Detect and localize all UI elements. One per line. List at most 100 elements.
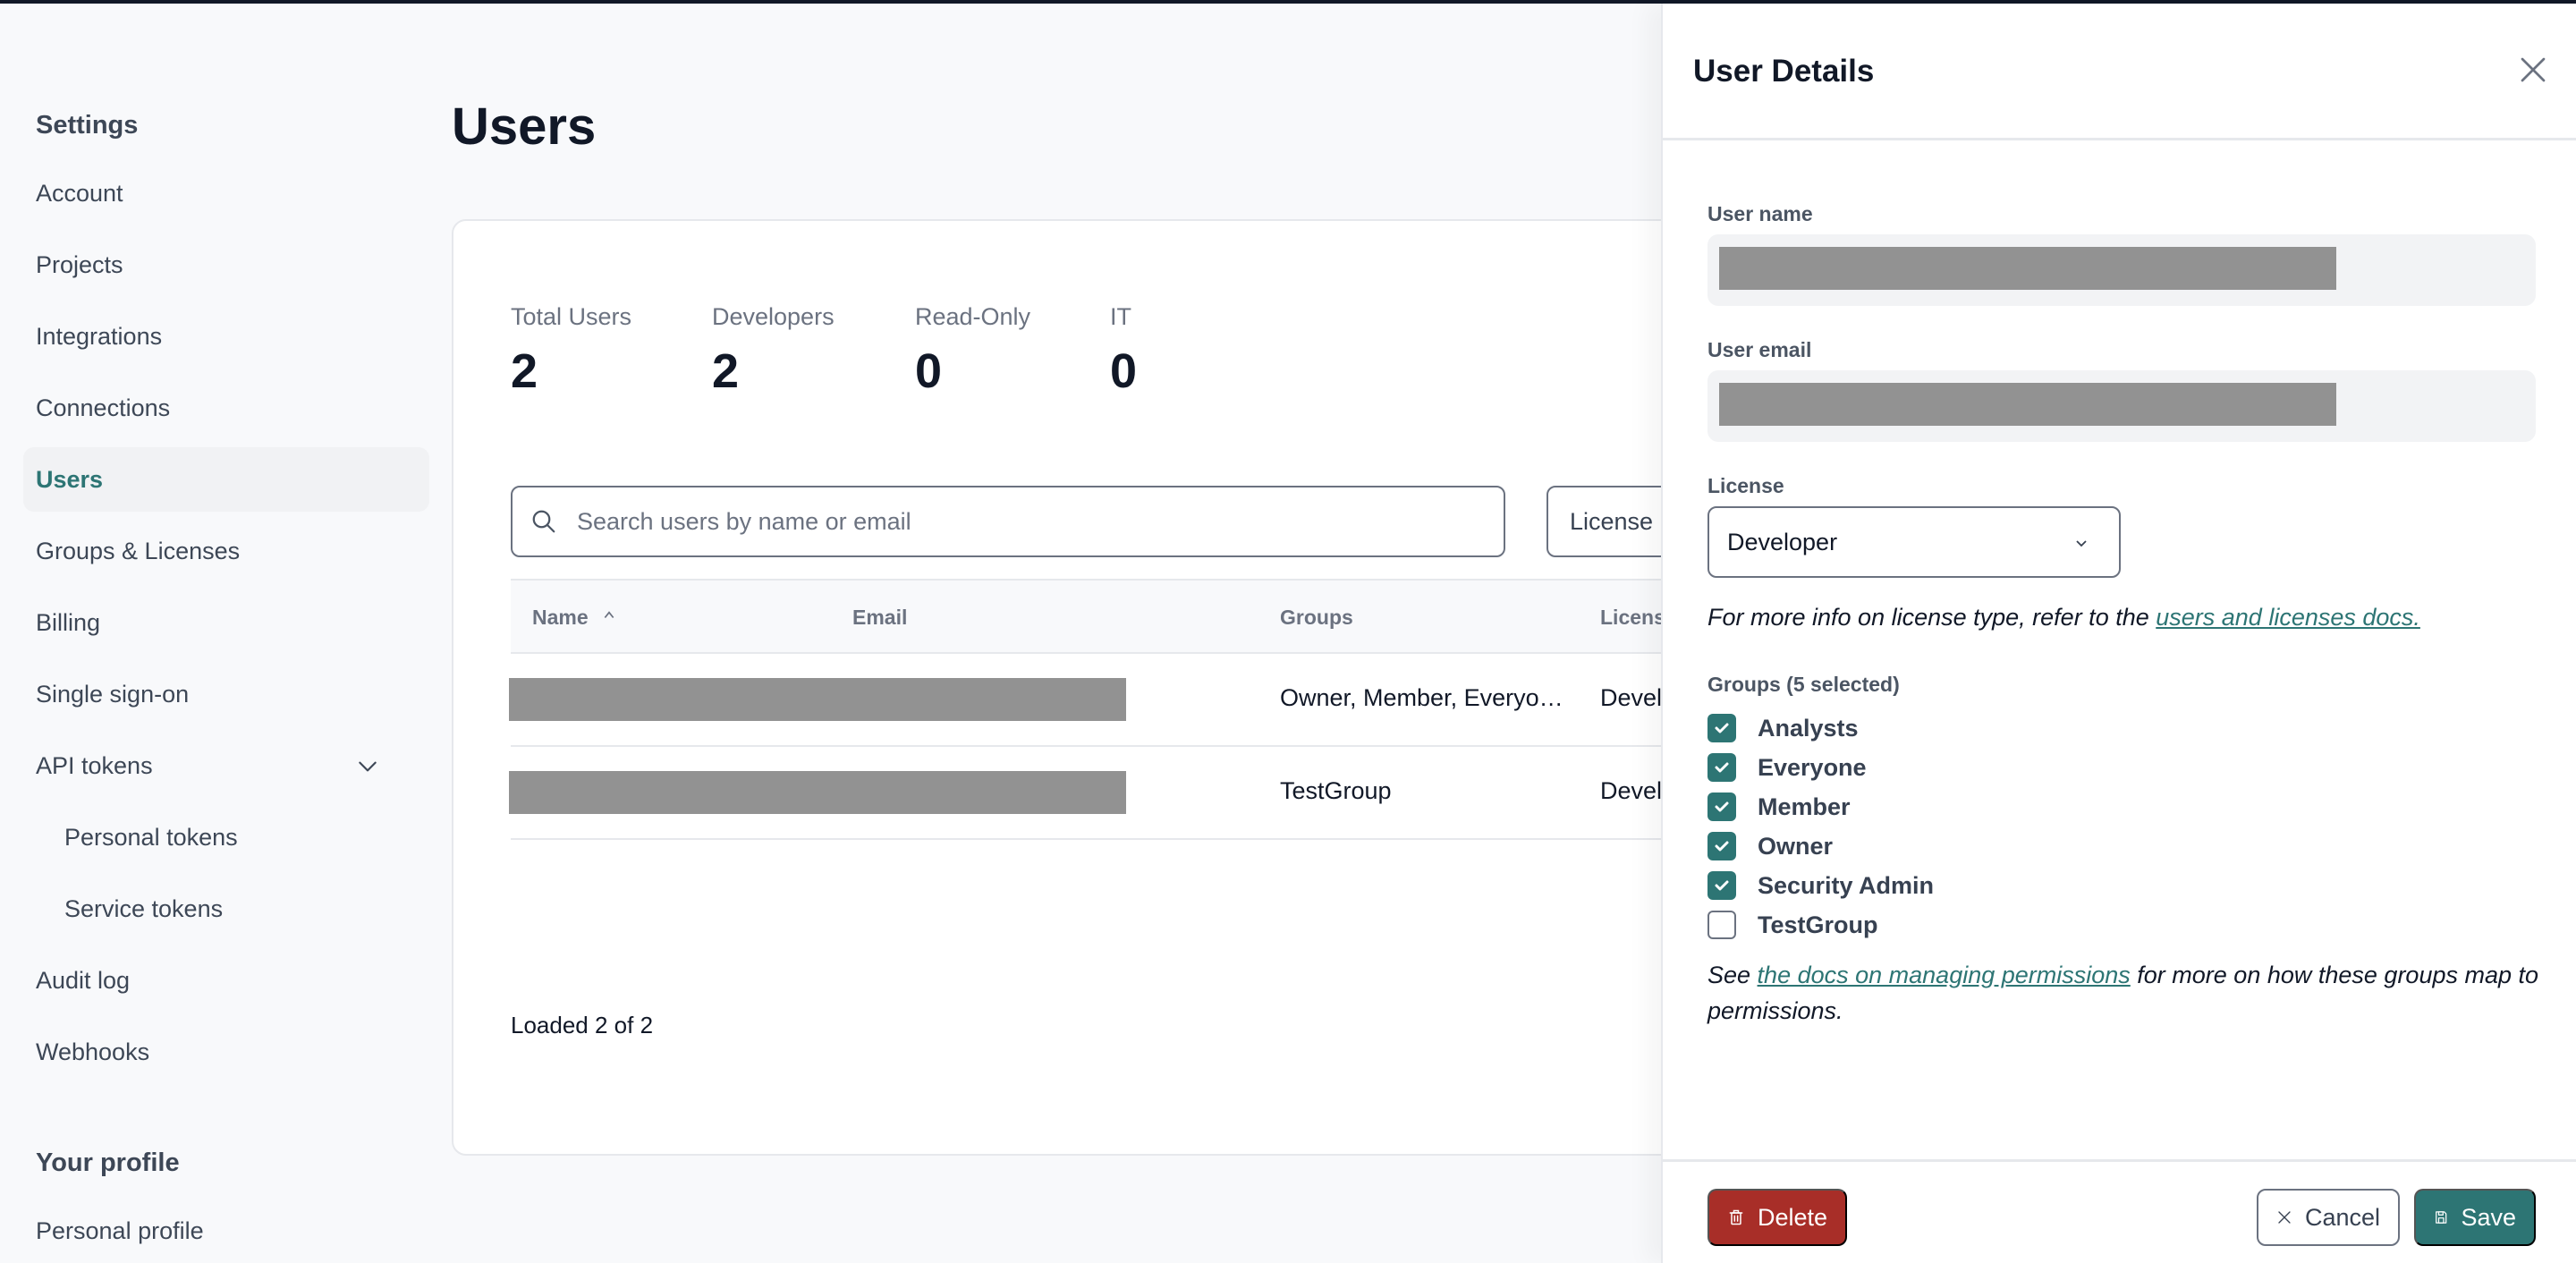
group-checkbox-analysts[interactable]: Analysts [1707,710,1859,746]
sidebar-item-label: Connections [36,394,171,421]
search-field[interactable] [511,486,1505,557]
sidebar-item-label: Single sign-on [36,680,190,708]
user-details-drawer: User Details User name User email Licens… [1661,4,2576,1263]
delete-button[interactable]: Delete [1707,1189,1847,1246]
sidebar-item-label: Projects [36,250,123,278]
cancel-button[interactable]: Cancel [2257,1189,2400,1246]
sidebar-heading-settings: Settings [36,111,139,140]
sidebar-item-api-tokens[interactable]: API tokens [23,733,429,798]
redacted-user-name [1719,247,2336,290]
managing-permissions-docs-link[interactable]: the docs on managing permissions [1758,962,2131,988]
group-name: TestGroup [1758,911,1878,938]
check-icon [1715,762,1729,773]
checkbox-checked[interactable] [1707,793,1736,821]
sidebar-item-label: Billing [36,608,101,636]
checkbox-checked[interactable] [1707,871,1736,900]
sort-ascending-icon [604,611,614,619]
group-checkbox-security-admin[interactable]: Security Admin [1707,868,1934,903]
save-button[interactable]: Save [2414,1189,2536,1246]
sidebar-item-projects[interactable]: Projects [23,233,429,297]
redacted-user-email [1719,383,2336,426]
sidebar-item-label: Webhooks [36,1038,150,1065]
cell-groups: TestGroup [1280,777,1392,804]
cell-groups: Owner, Member, Everyo… [1280,684,1563,711]
sidebar-item-single-sign-on[interactable]: Single sign-on [23,662,429,726]
stat-label: IT [1110,303,1131,330]
user-name-label: User name [1707,202,1813,225]
chevron-down-icon[interactable] [356,755,379,778]
sidebar-item-label: Users [36,465,104,493]
license-help-prefix: For more info on license type, refer to … [1707,604,2157,631]
license-select[interactable]: Developer [1707,506,2121,578]
group-name: Security Admin [1758,871,1935,899]
sidebar-item-integrations[interactable]: Integrations [23,304,429,369]
redacted-name-email [509,771,1126,814]
search-input[interactable] [577,507,1504,536]
stat-developers: Developers 2 [712,303,835,399]
drawer-title: User Details [1693,54,1875,89]
group-checkbox-everyone[interactable]: Everyone [1707,750,1867,785]
save-button-label: Save [2461,1203,2516,1231]
sidebar-item-label: Integrations [36,322,163,350]
sidebar-item-webhooks[interactable]: Webhooks [23,1020,429,1084]
sidebar-item-personal-profile[interactable]: Personal profile [23,1199,429,1263]
redacted-name-email [509,678,1126,721]
stat-read-only: Read-Only 0 [915,303,1030,399]
check-icon [1715,723,1729,733]
stat-label: Developers [712,303,835,330]
license-label: License [1707,474,1784,497]
settings-sidebar: Settings Account Projects Integrations C… [0,4,447,1263]
checkbox-unchecked[interactable] [1707,911,1736,939]
permissions-help-text: See the docs on managing permissions for… [1707,957,2539,1029]
group-name: Owner [1758,832,1834,860]
sidebar-item-users[interactable]: Users [23,447,429,512]
user-email-field [1707,370,2536,442]
stat-value: 2 [511,344,538,398]
sidebar-item-groups-licenses[interactable]: Groups & Licenses [23,519,429,583]
checkbox-checked[interactable] [1707,753,1736,782]
page-title: Users [452,97,597,156]
stat-label: Total Users [511,303,632,330]
stat-label: Read-Only [915,303,1031,330]
drawer-footer: Delete Cancel Save [1663,1159,2576,1263]
sidebar-item-label: Audit log [36,966,131,994]
check-icon [1715,841,1729,852]
checkbox-checked[interactable] [1707,714,1736,742]
sidebar-heading-your-profile: Your profile [36,1149,180,1177]
group-name: Analysts [1758,714,1859,742]
close-icon[interactable] [2517,54,2549,86]
groups-label: Groups (5 selected) [1707,673,1900,696]
close-icon [2278,1211,2291,1224]
sidebar-item-personal-tokens[interactable]: Personal tokens [23,805,429,869]
cancel-button-label: Cancel [2304,1203,2380,1231]
column-header-label: Name [532,606,589,629]
group-name: Everyone [1758,753,1867,781]
stat-value: 0 [915,344,943,398]
loaded-count: Loaded 2 of 2 [511,1012,654,1038]
user-name-field [1707,234,2536,306]
group-checkbox-owner[interactable]: Owner [1707,828,1833,864]
stat-value: 0 [1110,344,1138,398]
sidebar-item-label: Personal tokens [64,823,238,851]
column-header-groups[interactable]: Groups [1280,606,1353,630]
sidebar-item-billing[interactable]: Billing [23,590,429,655]
sidebar-item-label: API tokens [36,751,153,779]
sidebar-item-service-tokens[interactable]: Service tokens [23,877,429,941]
group-checkbox-member[interactable]: Member [1707,789,1851,825]
stat-it: IT 0 [1110,303,1137,399]
floppy-disk-icon [2436,1211,2447,1224]
group-name: Member [1758,793,1851,820]
sidebar-item-audit-log[interactable]: Audit log [23,948,429,1013]
delete-button-label: Delete [1757,1203,1827,1231]
sidebar-item-label: Groups & Licenses [36,537,241,564]
checkbox-checked[interactable] [1707,832,1736,860]
column-header-name[interactable]: Name [532,606,615,630]
sidebar-item-account[interactable]: Account [23,161,429,225]
sidebar-item-connections[interactable]: Connections [23,376,429,440]
users-licenses-docs-link[interactable]: users and licenses docs. [2156,604,2420,631]
group-checkbox-testgroup[interactable]: TestGroup [1707,907,1878,943]
user-email-label: User email [1707,338,1812,361]
stat-total-users: Total Users 2 [511,303,631,399]
check-icon [1715,880,1729,891]
column-header-email[interactable]: Email [852,606,907,630]
